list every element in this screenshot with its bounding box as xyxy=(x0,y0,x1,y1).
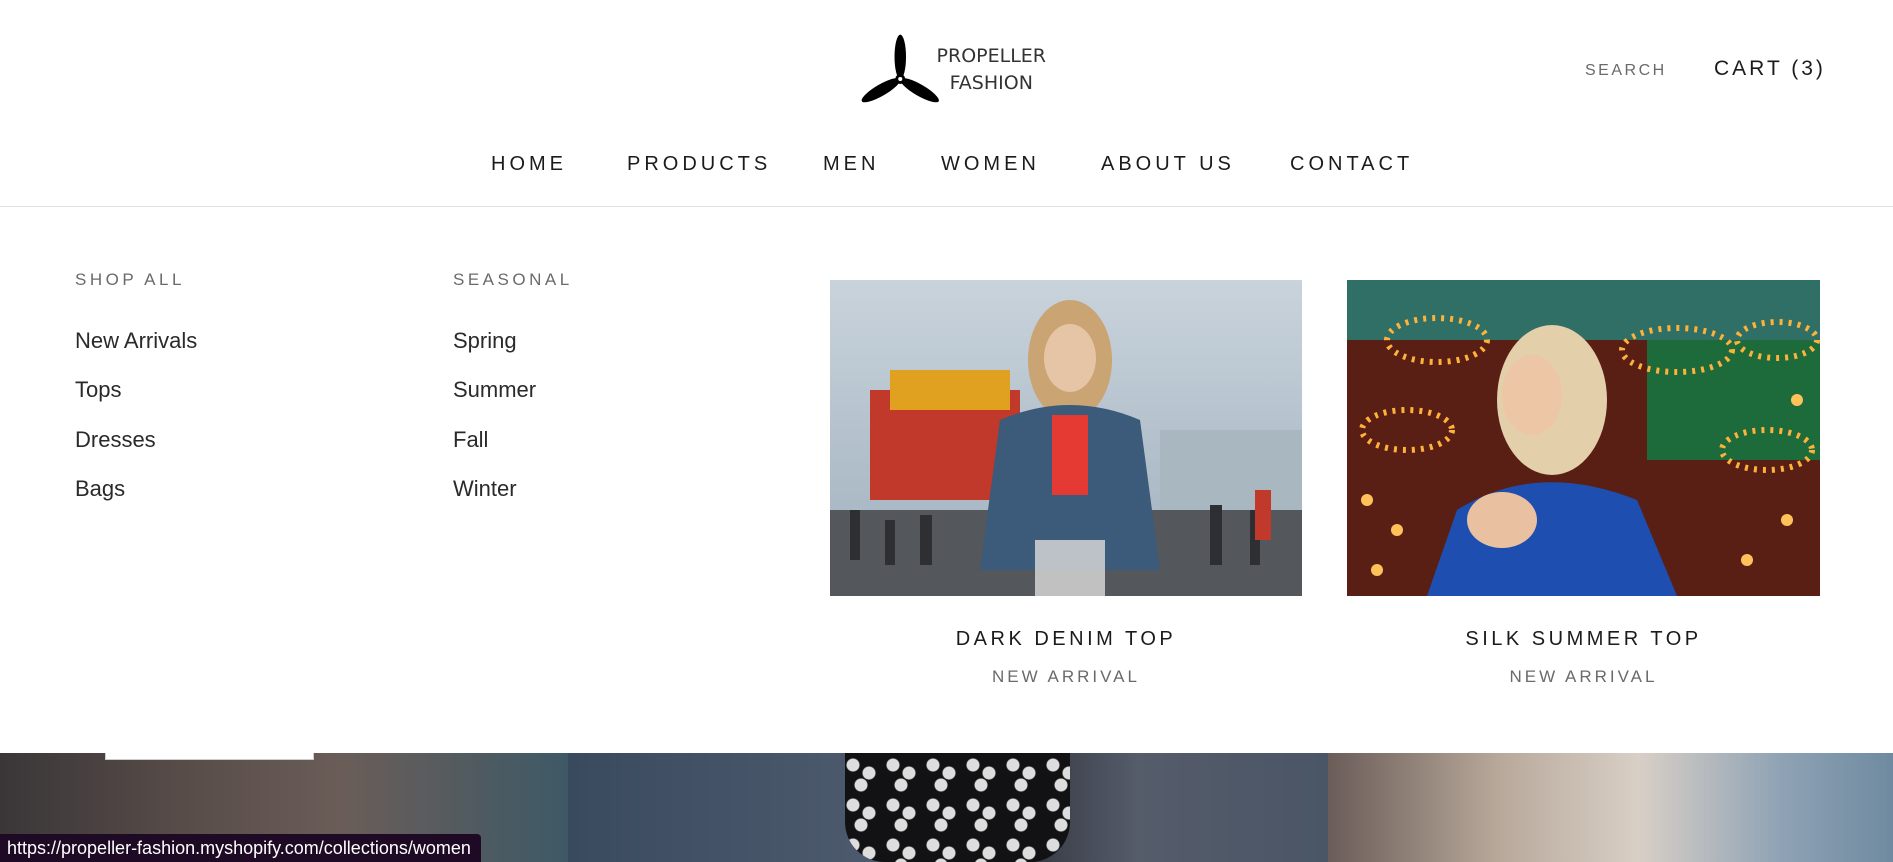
seasonal-title: SEASONAL xyxy=(453,270,573,289)
link-new-arrivals[interactable]: New Arrivals xyxy=(75,328,197,354)
link-tops[interactable]: Tops xyxy=(75,377,121,403)
link-bags[interactable]: Bags xyxy=(75,476,125,502)
floral-dress-figure xyxy=(845,753,1070,862)
promo-subtitle-dark-denim-top: NEW ARRIVAL xyxy=(992,667,1140,686)
nav-item-contact[interactable]: CONTACT xyxy=(1290,153,1413,212)
hero-caption-box xyxy=(105,753,314,760)
promo-image-silk-summer-top[interactable] xyxy=(1347,280,1820,596)
browser-status-url: https://propeller-fashion.myshopify.com/… xyxy=(0,834,481,862)
logo-line-1: PROPELLER xyxy=(936,45,1046,67)
logo-line-2: FASHION xyxy=(949,72,1033,94)
main-nav: HOME PRODUCTS MEN WOMEN ABOUT US CONTACT xyxy=(0,148,1893,213)
cart-link[interactable]: CART (3) xyxy=(1714,57,1826,81)
link-fall[interactable]: Fall xyxy=(453,427,488,453)
nav-item-home[interactable]: HOME xyxy=(491,153,567,213)
nav-item-about-us[interactable]: ABOUT US xyxy=(1101,153,1235,212)
shop-all-title: SHOP ALL xyxy=(75,270,185,289)
mega-menu-women: SHOP ALL New Arrivals Tops Dresses Bags … xyxy=(0,208,1893,753)
link-spring[interactable]: Spring xyxy=(453,328,517,354)
promo-subtitle-silk-summer-top: NEW ARRIVAL xyxy=(1509,667,1658,686)
nav-item-products[interactable]: PRODUCTS xyxy=(627,153,771,212)
link-winter[interactable]: Winter xyxy=(453,476,517,502)
promo-title-silk-summer-top[interactable]: SILK SUMMER TOP xyxy=(1347,628,1820,651)
link-summer[interactable]: Summer xyxy=(453,377,536,403)
promo-title-dark-denim-top[interactable]: DARK DENIM TOP xyxy=(830,628,1302,651)
logo[interactable]: PROPELLER FASHION xyxy=(860,26,1046,114)
search-link[interactable]: SEARCH xyxy=(1585,62,1667,80)
logo-text: PROPELLER FASHION xyxy=(937,43,1046,97)
promo-image-dark-denim-top[interactable] xyxy=(830,280,1302,596)
nav-item-women[interactable]: WOMEN xyxy=(941,153,1040,213)
link-dresses[interactable]: Dresses xyxy=(75,427,156,453)
nav-item-men[interactable]: MEN xyxy=(823,153,879,212)
woman-denim-jacket-photo xyxy=(830,280,1302,596)
propeller-icon xyxy=(861,34,939,103)
hero-image-floral-bag[interactable] xyxy=(1328,753,1893,862)
woman-carnival-lights-photo xyxy=(1347,280,1820,596)
site-header: PROPELLER FASHION SEARCH CART (3) HOME P… xyxy=(0,0,1893,213)
